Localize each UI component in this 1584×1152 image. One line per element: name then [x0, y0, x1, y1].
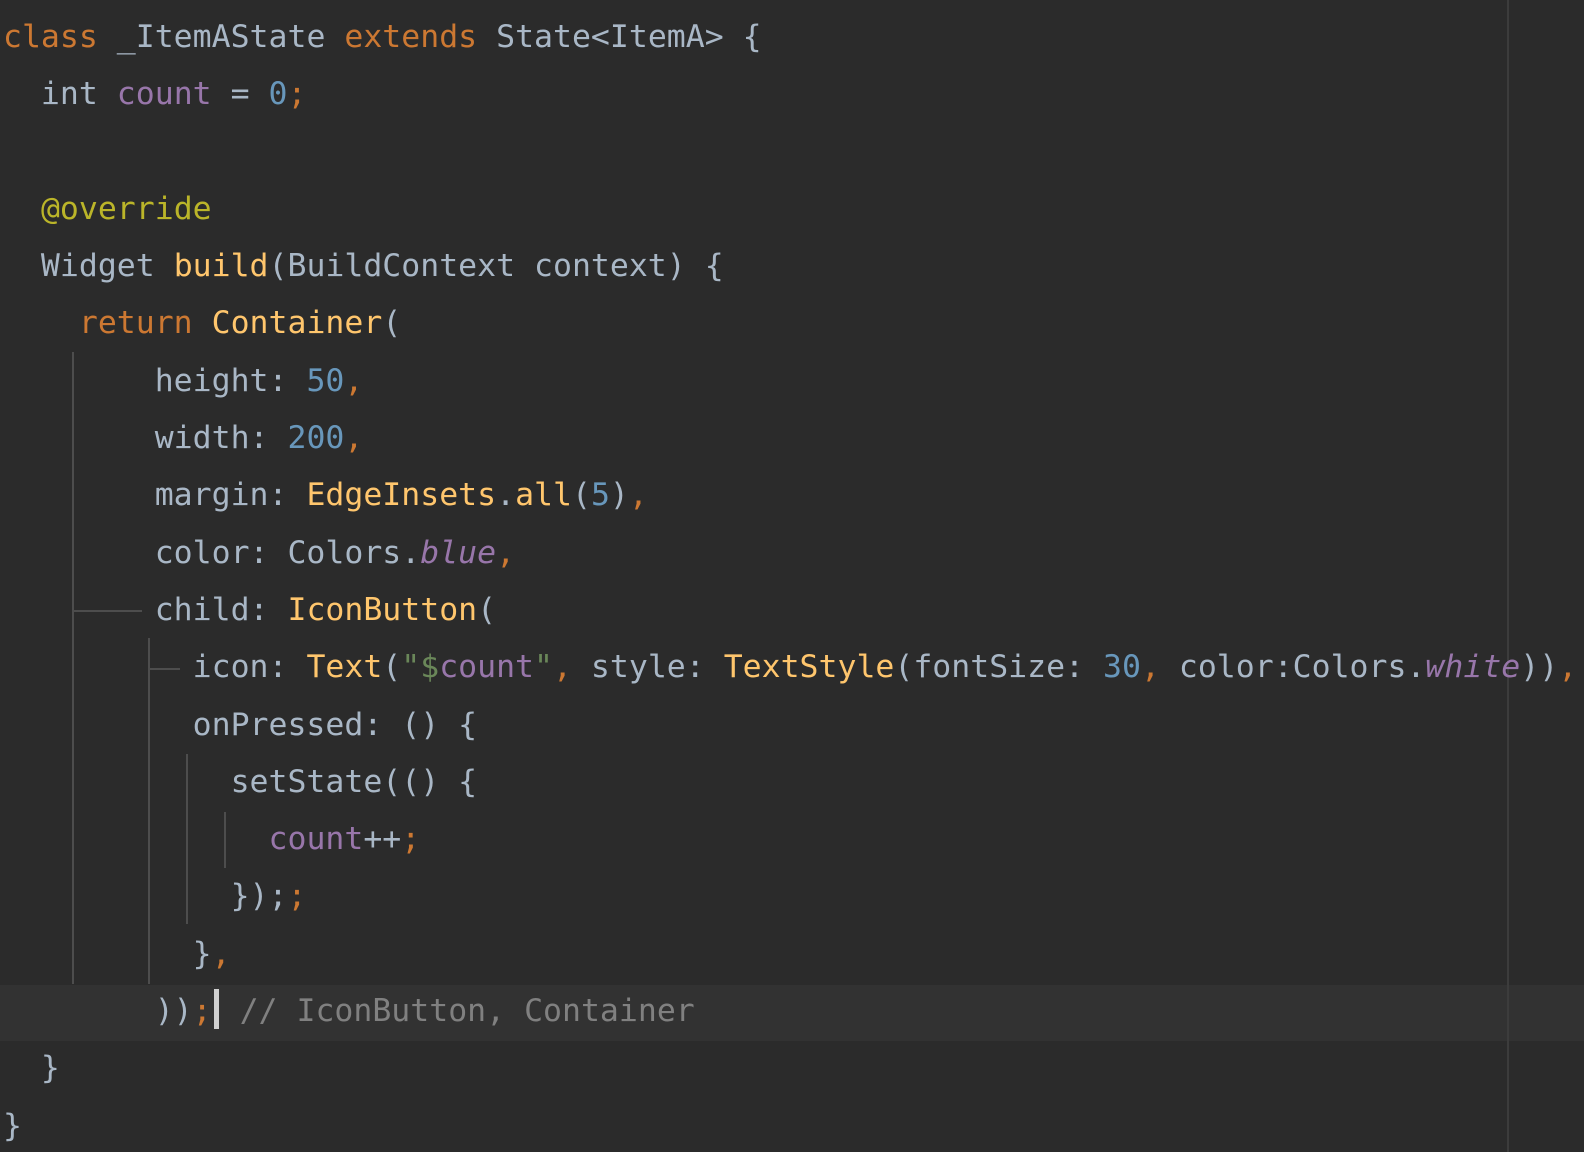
code-token: , [553, 649, 572, 686]
code-editor[interactable]: class _ItemAState extends State<ItemA> {… [0, 0, 1584, 1152]
code-line[interactable]: width: 200, [3, 410, 1577, 467]
code-token: height: [3, 362, 307, 399]
code-token: color:Colors. [1159, 649, 1426, 686]
code-token: ; [287, 878, 307, 915]
code-line[interactable]: icon: Text("$count", style: TextStyle(fo… [3, 639, 1578, 696]
code-token: )) [3, 993, 193, 1030]
code-token: class [3, 19, 98, 55]
code-token: Widget [3, 248, 174, 285]
code-token: ( [382, 649, 402, 686]
code-token: " [401, 649, 421, 686]
code-line[interactable]: Widget build(BuildContext context) { [3, 238, 1577, 295]
code-token: 200 [287, 420, 345, 457]
code-token: } [3, 935, 212, 972]
code-line[interactable]: height: 50, [3, 353, 1577, 410]
code-token: , [628, 477, 648, 514]
code-token: return [78, 305, 193, 342]
code-text[interactable]: class _ItemAState extends State<ItemA> {… [3, 9, 1577, 1152]
code-line[interactable]: } [3, 1040, 1577, 1097]
code-token: , [344, 362, 364, 399]
code-line[interactable]: int count = 0; [3, 66, 1577, 123]
code-token: int [3, 76, 117, 113]
code-line[interactable]: } [3, 1098, 1577, 1152]
code-token: ) [609, 477, 629, 514]
code-token: 0 [268, 76, 288, 113]
code-token: margin: [3, 477, 307, 514]
code-token: Text [306, 649, 383, 686]
code-line[interactable]: color: Colors.blue, [3, 525, 1577, 582]
code-line[interactable]: }, [3, 926, 1577, 983]
code-token: @override [40, 190, 212, 227]
code-token: , [344, 420, 364, 457]
code-token: extends [344, 19, 478, 55]
code-token: ; [192, 993, 212, 1030]
code-token: _ItemAState [97, 19, 345, 55]
code-token: " [534, 649, 553, 686]
code-line[interactable]: });; [3, 868, 1577, 925]
code-line[interactable]: class _ItemAState extends State<ItemA> { [3, 9, 1577, 66]
code-token: blue [420, 534, 497, 571]
code-token: , [1140, 649, 1160, 686]
code-token: ++ [363, 821, 402, 858]
code-token: (fontSize: [894, 649, 1103, 686]
code-token: style: [571, 649, 724, 686]
code-token: color: Colors. [3, 534, 421, 571]
code-token: , [1558, 649, 1578, 686]
code-token: )) [1520, 649, 1559, 686]
code-token: // IconButton, Container [239, 993, 695, 1030]
code-token: ; [401, 821, 421, 858]
code-line[interactable]: margin: EdgeInsets.all(5), [3, 467, 1577, 524]
code-token: ; [287, 76, 307, 113]
code-token: . [496, 477, 516, 514]
code-token: } [3, 1050, 60, 1087]
code-token: setState(() { [3, 763, 478, 800]
code-token: TextStyle [723, 649, 895, 686]
code-token: count [439, 649, 535, 686]
code-line[interactable]: onPressed: () { [3, 697, 1577, 754]
code-token: child: [3, 591, 288, 628]
code-token: , [211, 935, 231, 972]
code-token: (BuildContext context) { [268, 248, 724, 285]
code-token: = [211, 76, 269, 113]
code-token: } [3, 1107, 22, 1144]
code-line[interactable]: count++; [3, 811, 1577, 868]
code-token: width: [3, 420, 288, 457]
code-token: State<ItemA> { [477, 19, 762, 55]
code-token: count [116, 76, 212, 113]
code-line[interactable]: child: IconButton( [3, 582, 1577, 639]
code-line[interactable]: )); // IconButton, Container [3, 983, 1577, 1040]
code-token: , [496, 534, 516, 571]
code-token: 5 [590, 477, 610, 514]
code-line[interactable]: @override [3, 181, 1577, 238]
code-line[interactable] [3, 124, 1577, 181]
code-token: all [515, 477, 572, 514]
code-token: icon: [3, 649, 307, 686]
code-token: ( [477, 591, 497, 628]
code-token: $ [420, 649, 440, 686]
code-token: ( [382, 305, 402, 342]
code-token: 30 [1103, 649, 1141, 686]
code-token: }); [3, 878, 288, 915]
code-token: count [268, 821, 364, 858]
code-token: white [1425, 649, 1521, 686]
code-token: IconButton [287, 591, 478, 628]
code-token: onPressed: () { [3, 706, 478, 743]
code-line[interactable]: setState(() { [3, 754, 1577, 811]
code-token: build [173, 248, 269, 285]
text-caret [213, 989, 219, 1030]
code-token: 50 [306, 362, 345, 399]
code-line[interactable]: return Container( [3, 295, 1577, 352]
code-token: ( [571, 477, 591, 514]
code-token: EdgeInsets [306, 477, 497, 514]
code-token: Container [211, 305, 383, 342]
